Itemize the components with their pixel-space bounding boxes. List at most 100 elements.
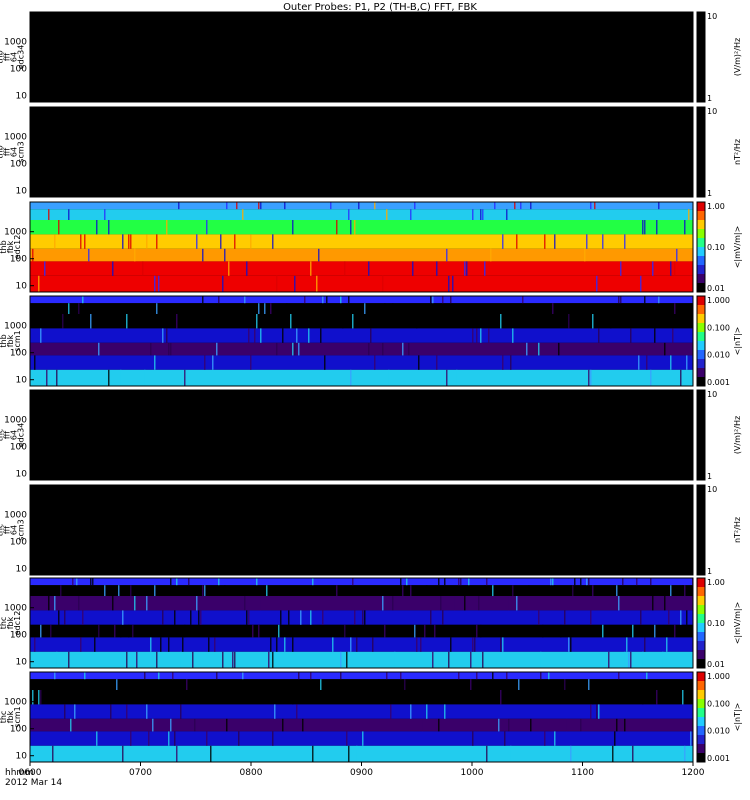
streak [78,596,80,611]
streak [46,369,48,386]
streak [662,651,664,668]
streak [472,637,474,652]
streak [64,704,66,719]
colorbar-step [697,632,705,642]
streak [202,585,204,596]
streak [270,637,272,652]
colorbar-tick-label: 10 [707,390,717,399]
streak [184,624,186,638]
colorbar: 1.000 0.100 0.010 0.001 <|nT|> [696,295,742,387]
streak [128,234,130,249]
streak [410,209,412,220]
streak [98,624,100,638]
x-axis: 0600 0700 0800 0900 1000 1100 1200 [19,762,705,778]
y-tick-label: 1000 [4,133,27,143]
streak [354,220,356,235]
spectrogram-band [30,578,693,586]
streak [444,578,446,586]
streak [260,596,262,611]
streak [248,328,250,343]
streak [250,234,252,249]
streak [454,596,456,611]
streak [664,342,666,356]
streak [410,704,412,719]
streak [300,679,302,690]
streak [70,718,72,732]
streak [284,202,286,210]
colorbar-tick-label: 0.01 [707,660,725,669]
colorbar-step [697,641,705,651]
streak [472,328,474,343]
streak [158,275,160,292]
streak [372,637,374,652]
colorbar-tick-label: 0.010 [707,351,730,360]
streak [352,578,354,586]
streak [348,745,350,762]
spectrogram-band [30,296,693,304]
streak [384,624,386,638]
streak [312,745,314,762]
colorbar-step [697,726,705,736]
streak [242,672,244,680]
spectrogram-band [30,718,693,732]
streak [282,328,284,343]
chart-title: Outer Probes: P1, P2 (TH-B,C) FFT, FBK [283,2,477,13]
streak [134,596,136,611]
streak [438,718,440,732]
streak [244,596,246,611]
streak [368,342,370,356]
streak [146,234,148,249]
streak [436,261,438,276]
streak [464,261,466,276]
streak [492,672,494,680]
streak [510,355,512,370]
streak [640,610,642,625]
streak [652,261,654,276]
streak [458,672,460,680]
streak [260,202,262,210]
colorbar-fill [697,485,705,575]
streak [350,369,352,386]
streak [670,355,672,370]
streak [500,690,502,705]
streak [322,296,324,304]
streak [618,296,620,304]
streak [554,585,556,596]
colorbar-step [697,717,705,727]
streak [284,637,286,652]
streak [450,296,452,304]
streak [430,296,432,304]
streak [654,624,656,638]
streak [68,303,70,314]
x-axis-label-date: 2012 Mar 14 [5,778,62,788]
streak [682,585,684,596]
streak [176,745,178,762]
streak [68,209,70,220]
streak [60,303,62,314]
streak [342,314,344,329]
streak [292,342,294,356]
streak [326,296,328,304]
colorbar-tick-label: 0.100 [707,699,730,708]
streak [494,202,496,210]
streak [452,275,454,292]
streak [96,220,98,235]
streak [490,248,492,262]
streak [340,651,342,668]
streak [276,275,278,292]
streak [32,585,34,596]
streak [630,328,632,343]
streak [642,690,644,705]
streak [330,202,332,210]
streak [218,679,220,690]
streak [554,731,556,746]
colorbar-label: (V/m)²/Hz [733,38,742,76]
streak [344,261,346,276]
spectrogram-band [30,314,693,329]
streak [570,637,572,652]
streak [686,610,688,625]
colorbar-step [697,274,705,284]
colorbar-step [697,350,705,360]
streak [674,624,676,638]
streak [224,585,226,596]
